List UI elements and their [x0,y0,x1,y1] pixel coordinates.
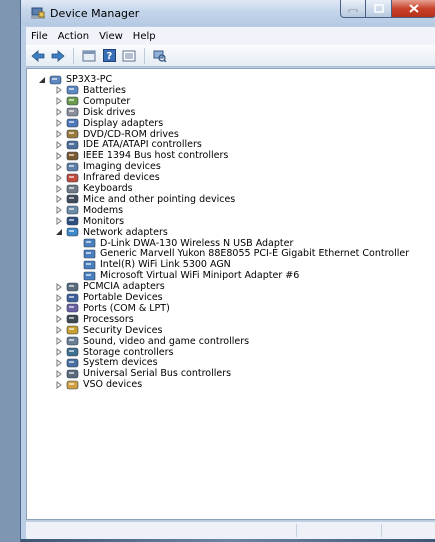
minimize-icon [348,9,358,12]
scan-hardware-icon [153,50,167,62]
toolbar-separator [73,47,74,64]
help-button[interactable]: ? [101,48,117,64]
device-manager-window: Device Manager File Action View Help ? S… [20,0,435,542]
toolbar: ? [26,45,435,67]
list-view-icon [122,50,136,61]
title-bar[interactable]: Device Manager [21,0,435,26]
window-title: Device Manager [50,7,140,20]
tree-item-label: VSO devices [83,379,143,391]
menu-view[interactable]: View [94,31,128,42]
status-bar-pane [296,524,297,537]
help-icon: ? [102,49,116,62]
maximize-button[interactable] [366,0,392,18]
collapse-arrow-icon[interactable] [37,75,47,85]
device-tree[interactable]: SP3X3-PC Batteries Computer Disk drives Disp… [26,68,435,520]
tree-category[interactable]: VSO devices [54,378,142,391]
list-view-button[interactable] [121,48,137,64]
forward-arrow-icon [51,49,65,62]
menu-help[interactable]: Help [128,31,161,42]
menu-file[interactable]: File [26,31,53,42]
forward-button[interactable] [50,48,66,64]
status-bar-pane [381,524,382,537]
vso-device-icon [66,379,79,391]
properties-button[interactable] [81,48,97,64]
menu-action[interactable]: Action [53,31,94,42]
close-icon [408,4,419,13]
back-arrow-icon [31,49,45,62]
close-button[interactable] [392,0,435,18]
collapse-arrow-icon[interactable] [54,227,64,237]
status-bar [26,521,435,539]
properties-icon [82,50,96,61]
toolbar-separator [144,47,145,64]
expand-arrow-icon[interactable] [54,380,64,390]
svg-text:?: ? [106,51,112,62]
minimize-button[interactable] [340,0,366,18]
back-button[interactable] [30,48,46,64]
menu-bar: File Action View Help [26,27,435,45]
device-manager-icon [31,7,45,19]
scan-hardware-button[interactable] [152,48,168,64]
maximize-icon [373,4,384,13]
